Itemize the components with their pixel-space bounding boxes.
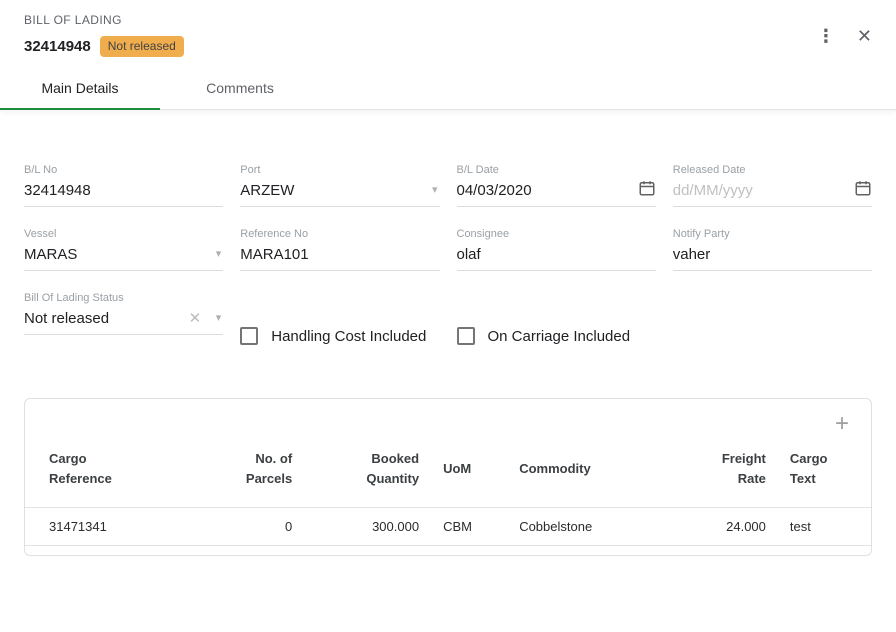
column-header-booked-quantity: Booked Quantity <box>304 437 431 508</box>
bol-status-label: Bill Of Lading Status <box>24 292 223 304</box>
on-carriage-label: On Carriage Included <box>488 328 631 345</box>
consignee-label: Consignee <box>457 228 656 240</box>
tab-bar: Main Details Comments <box>0 65 896 110</box>
bl-no-label: B/L No <box>24 164 223 176</box>
on-carriage-checkbox-field: On Carriage Included <box>457 316 656 356</box>
reference-no-input[interactable] <box>240 240 439 271</box>
cargo-card-toolbar: + <box>25 399 871 437</box>
bl-no-input[interactable] <box>24 176 223 207</box>
consignee-field: Consignee <box>457 228 656 271</box>
bol-status-field: Bill Of Lading Status ✕ ▾ <box>24 292 223 335</box>
chevron-down-icon[interactable]: ▾ <box>216 313 222 324</box>
form-row-2: Vessel ▾ Reference No Consignee Notify P… <box>24 228 872 292</box>
form-row-3: Bill Of Lading Status ✕ ▾ Handling Cost … <box>24 292 872 356</box>
cell-freight-rate: 24.000 <box>659 508 777 546</box>
cargo-table: Cargo Reference No. of Parcels Booked Qu… <box>25 437 871 546</box>
cell-no-of-parcels: 0 <box>211 508 304 546</box>
header-actions: ⋮ ✕ <box>817 27 872 45</box>
vessel-select[interactable] <box>24 240 223 271</box>
cargo-table-header-row: Cargo Reference No. of Parcels Booked Qu… <box>25 437 871 508</box>
consignee-input[interactable] <box>457 240 656 271</box>
bl-no-field: B/L No <box>24 164 223 207</box>
kebab-menu-icon[interactable]: ⋮ <box>817 27 835 45</box>
form-row-1: B/L No Port ▾ B/L Date Released Date <box>24 164 872 228</box>
vessel-field: Vessel ▾ <box>24 228 223 271</box>
released-date-label: Released Date <box>673 164 872 176</box>
released-date-field: Released Date <box>673 164 872 207</box>
cell-cargo-reference: 31471341 <box>25 508 211 546</box>
tab-comments[interactable]: Comments <box>160 65 320 109</box>
handling-cost-label: Handling Cost Included <box>271 328 426 345</box>
cell-cargo-text: test <box>778 508 871 546</box>
port-label: Port <box>240 164 439 176</box>
on-carriage-checkbox[interactable] <box>457 327 475 345</box>
reference-no-field: Reference No <box>240 228 439 271</box>
vessel-label: Vessel <box>24 228 223 240</box>
header-titles: BILL OF LADING 32414948 Not released <box>24 13 184 57</box>
bl-date-input[interactable] <box>457 176 656 207</box>
cell-commodity: Cobbelstone <box>507 508 659 546</box>
cargo-table-row[interactable]: 31471341 0 300.000 CBM Cobbelstone 24.00… <box>25 508 871 546</box>
dialog-header: BILL OF LADING 32414948 Not released ⋮ ✕ <box>0 0 896 65</box>
port-select[interactable] <box>240 176 439 207</box>
notify-party-label: Notify Party <box>673 228 872 240</box>
calendar-icon[interactable] <box>638 179 656 199</box>
calendar-icon[interactable] <box>854 179 872 199</box>
column-header-uom: UoM <box>431 437 507 508</box>
column-header-no-of-parcels: No. of Parcels <box>211 437 304 508</box>
cell-uom: CBM <box>431 508 507 546</box>
chevron-down-icon[interactable]: ▾ <box>432 185 438 196</box>
handling-cost-checkbox[interactable] <box>240 327 258 345</box>
notify-party-input[interactable] <box>673 240 872 271</box>
column-header-cargo-reference: Cargo Reference <box>25 437 211 508</box>
tab-main-details[interactable]: Main Details <box>0 65 160 109</box>
status-badge: Not released <box>100 36 184 57</box>
reference-no-label: Reference No <box>240 228 439 240</box>
released-date-input[interactable] <box>673 176 872 207</box>
add-cargo-icon[interactable]: + <box>835 411 849 437</box>
column-header-commodity: Commodity <box>507 437 659 508</box>
port-field: Port ▾ <box>240 164 439 207</box>
dialog-kicker: BILL OF LADING <box>24 13 184 27</box>
handling-cost-checkbox-field: Handling Cost Included <box>240 316 439 356</box>
notify-party-field: Notify Party <box>673 228 872 271</box>
main-details-panel: B/L No Port ▾ B/L Date Released Date <box>0 110 896 556</box>
close-icon[interactable]: ✕ <box>857 27 872 45</box>
cell-booked-quantity: 300.000 <box>304 508 431 546</box>
chevron-down-icon[interactable]: ▾ <box>216 249 222 260</box>
bl-date-field: B/L Date <box>457 164 656 207</box>
column-header-cargo-text: Cargo Text <box>778 437 871 508</box>
column-header-freight-rate: Freight Rate <box>659 437 777 508</box>
bl-date-label: B/L Date <box>457 164 656 176</box>
clear-icon[interactable]: ✕ <box>189 311 202 326</box>
cargo-card: + Cargo Reference No. of Parcels Booked … <box>24 398 872 556</box>
bill-of-lading-number: 32414948 <box>24 38 91 55</box>
